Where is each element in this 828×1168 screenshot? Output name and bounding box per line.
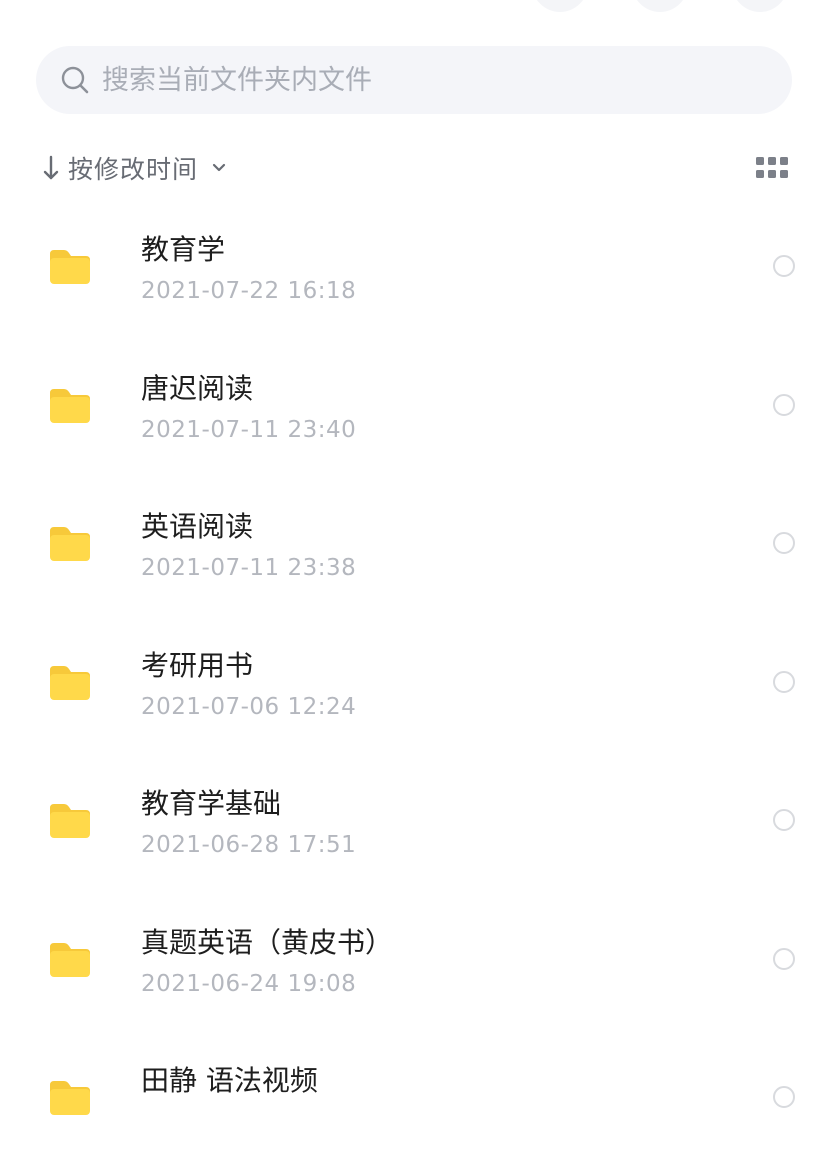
list-item[interactable]: 教育学 2021-07-22 16:18 xyxy=(0,198,828,337)
file-date: 2021-07-11 23:38 xyxy=(141,555,357,581)
list-item[interactable]: 真题英语（黄皮书） 2021-06-24 19:08 xyxy=(0,891,828,1030)
top-action-button-1[interactable] xyxy=(532,0,588,12)
folder-icon xyxy=(50,942,90,977)
top-action-button-3[interactable] xyxy=(732,0,788,12)
folder-icon xyxy=(50,388,90,423)
select-radio[interactable] xyxy=(773,809,795,831)
folder-icon xyxy=(50,527,90,561)
file-list: 教育学 2021-07-22 16:18 唐迟阅读 2021-07-11 23:… xyxy=(0,198,828,1168)
folder-icon xyxy=(50,250,90,284)
file-date: 2021-07-06 12:24 xyxy=(141,693,357,720)
search-bar[interactable] xyxy=(36,46,792,114)
file-date: 2021-06-28 17:51 xyxy=(141,832,357,858)
file-name: 唐迟阅读 xyxy=(141,371,254,405)
file-date: 2021-07-11 23:40 xyxy=(141,416,357,443)
list-item[interactable]: 考研用书 2021-07-06 12:24 xyxy=(0,614,828,753)
grid-view-icon[interactable] xyxy=(756,157,788,179)
select-radio[interactable] xyxy=(773,255,795,277)
file-name: 田静 语法视频 xyxy=(141,1064,318,1097)
list-item[interactable]: 教育学基础 2021-06-28 17:51 xyxy=(0,752,828,891)
list-item[interactable]: 田静 语法视频 xyxy=(0,1029,828,1168)
folder-icon xyxy=(50,665,90,700)
arrow-down-icon xyxy=(43,155,59,180)
search-input[interactable] xyxy=(102,64,742,96)
sort-dropdown[interactable]: 按修改时间 xyxy=(40,146,228,190)
select-radio[interactable] xyxy=(773,947,795,970)
folder-icon xyxy=(50,1081,90,1115)
sort-label: 按修改时间 xyxy=(68,155,199,184)
file-name: 教育学基础 xyxy=(141,787,282,820)
select-radio[interactable] xyxy=(773,1086,795,1108)
select-radio[interactable] xyxy=(773,393,795,416)
search-icon xyxy=(61,66,89,94)
file-name: 教育学 xyxy=(141,233,226,266)
select-radio[interactable] xyxy=(773,532,795,554)
list-item[interactable]: 唐迟阅读 2021-07-11 23:40 xyxy=(0,337,828,476)
top-action-bar xyxy=(0,0,828,12)
file-date: 2021-06-24 19:08 xyxy=(141,970,357,997)
list-item[interactable]: 英语阅读 2021-07-11 23:38 xyxy=(0,475,828,614)
select-radio[interactable] xyxy=(773,670,795,693)
file-name: 英语阅读 xyxy=(141,510,254,543)
top-action-button-2[interactable] xyxy=(632,0,688,12)
file-name: 真题英语（黄皮书） xyxy=(141,925,394,959)
file-date: 2021-07-22 16:18 xyxy=(141,278,357,304)
chevron-down-icon xyxy=(212,163,226,172)
file-name: 考研用书 xyxy=(141,648,254,682)
folder-icon xyxy=(50,804,90,838)
